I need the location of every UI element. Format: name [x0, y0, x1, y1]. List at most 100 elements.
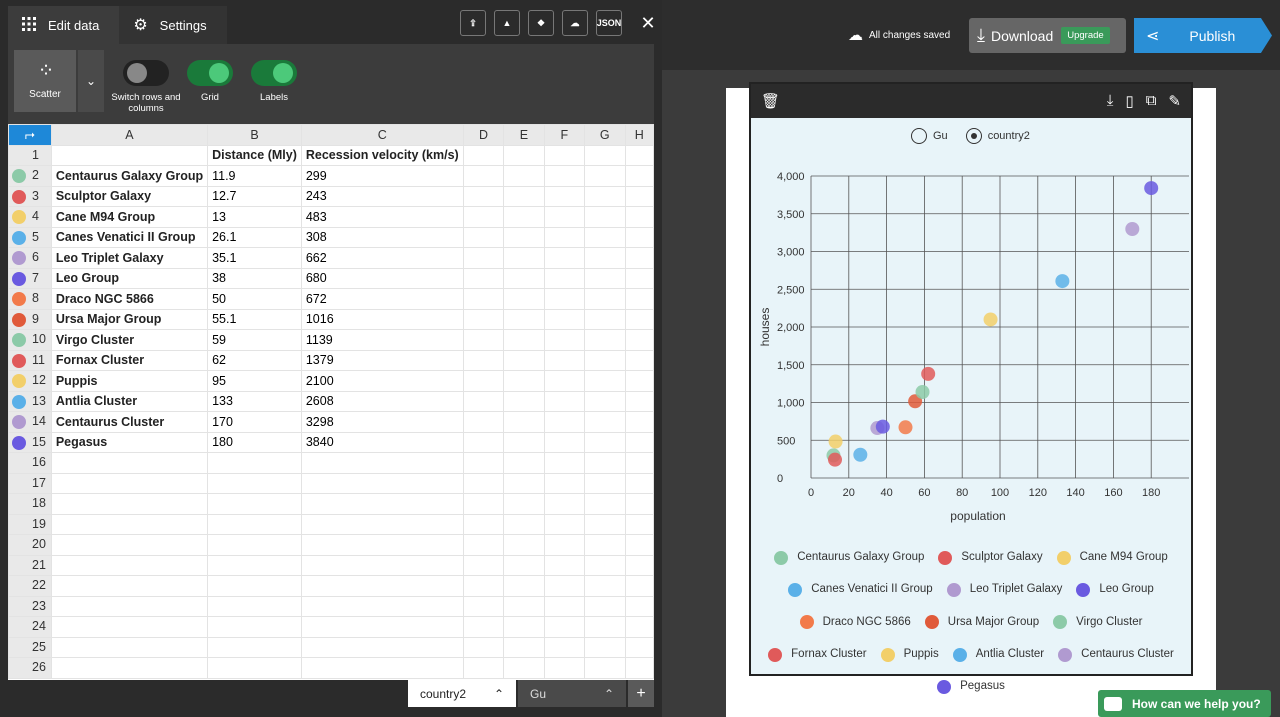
table-cell[interactable]: 1139	[300, 329, 464, 351]
table-cell[interactable]	[543, 636, 585, 658]
table-cell[interactable]: 1016	[300, 308, 464, 330]
table-cell[interactable]	[624, 554, 654, 576]
table-cell[interactable]	[583, 452, 626, 474]
dropbox-icon[interactable]: ❖	[528, 10, 554, 36]
table-cell[interactable]	[503, 144, 545, 166]
tab-settings[interactable]: ⚙ Settings	[119, 6, 227, 44]
table-cell[interactable]	[503, 185, 545, 207]
table-cell[interactable]	[543, 267, 585, 289]
table-cell[interactable]	[503, 247, 545, 269]
table-cell[interactable]: Puppis	[50, 370, 209, 392]
table-cell[interactable]	[50, 493, 209, 515]
publish-button[interactable]: ⋖ Publish	[1134, 18, 1272, 53]
table-cell[interactable]	[624, 636, 654, 658]
table-cell[interactable]	[624, 349, 654, 371]
row-number[interactable]: 17	[8, 472, 52, 494]
table-cell[interactable]	[462, 472, 505, 494]
table-cell[interactable]	[543, 329, 585, 351]
legend-item[interactable]: Leo Group	[1076, 576, 1154, 604]
table-cell[interactable]	[624, 616, 654, 638]
help-chat-button[interactable]: How can we help you?	[1098, 690, 1271, 717]
table-cell[interactable]	[462, 206, 505, 228]
table-cell[interactable]	[583, 411, 626, 433]
table-cell[interactable]	[50, 554, 209, 576]
table-cell[interactable]	[50, 472, 209, 494]
sheet-tab-country2[interactable]: country2 ⌃	[408, 680, 516, 707]
table-cell[interactable]: 2100	[300, 370, 464, 392]
table-cell[interactable]	[462, 554, 505, 576]
table-cell[interactable]	[462, 185, 505, 207]
table-cell[interactable]	[300, 595, 464, 617]
table-cell[interactable]	[543, 493, 585, 515]
spreadsheet[interactable]: ⮣ ABCDEFGH 1 Distance (Mly) Recession velo…	[8, 124, 654, 680]
data-point[interactable]	[1144, 181, 1159, 196]
table-cell[interactable]	[543, 452, 585, 474]
table-cell[interactable]: 672	[300, 288, 464, 310]
series-color-swatch[interactable]	[12, 251, 26, 266]
series-color-swatch[interactable]	[12, 210, 26, 225]
table-cell[interactable]	[543, 206, 585, 228]
table-cell[interactable]	[543, 595, 585, 617]
row-number[interactable]: 26	[8, 657, 52, 679]
table-cell[interactable]	[300, 472, 464, 494]
table-cell[interactable]	[503, 411, 545, 433]
table-cell[interactable]	[503, 206, 545, 228]
table-cell[interactable]: 680	[300, 267, 464, 289]
table-cell[interactable]	[50, 513, 209, 535]
trash-icon[interactable]: 🗑	[761, 92, 780, 110]
table-cell[interactable]	[207, 493, 302, 515]
data-point[interactable]	[875, 419, 890, 434]
table-cell[interactable]	[503, 288, 545, 310]
table-cell[interactable]	[207, 595, 302, 617]
table-cell[interactable]	[624, 513, 654, 535]
table-cell[interactable]	[543, 165, 585, 187]
table-cell[interactable]	[207, 636, 302, 658]
legend-item[interactable]: Virgo Cluster	[1053, 609, 1142, 637]
legend-item[interactable]: Ursa Major Group	[924, 609, 1039, 637]
table-cell[interactable]	[624, 144, 654, 166]
table-cell[interactable]	[543, 575, 585, 597]
series-color-swatch[interactable]	[12, 374, 26, 389]
table-cell[interactable]	[50, 452, 209, 474]
table-cell[interactable]	[543, 185, 585, 207]
table-cell[interactable]	[543, 390, 585, 412]
table-cell[interactable]	[543, 411, 585, 433]
table-cell[interactable]	[50, 636, 209, 658]
table-cell[interactable]	[583, 329, 626, 351]
row-number[interactable]: 6	[8, 247, 52, 269]
close-icon[interactable]: ✕	[638, 13, 658, 34]
row-number[interactable]: 12	[8, 370, 52, 392]
table-cell[interactable]: Sculptor Galaxy	[50, 185, 209, 207]
table-cell[interactable]	[462, 349, 505, 371]
add-sheet-button[interactable]: +	[628, 680, 654, 707]
table-cell[interactable]: Cane M94 Group	[50, 206, 209, 228]
table-cell[interactable]	[503, 554, 545, 576]
table-cell[interactable]	[543, 247, 585, 269]
table-cell[interactable]	[583, 575, 626, 597]
table-cell[interactable]	[624, 595, 654, 617]
table-cell[interactable]: Leo Triplet Galaxy	[50, 247, 209, 269]
series-color-swatch[interactable]	[12, 353, 26, 368]
table-cell[interactable]	[503, 534, 545, 556]
table-cell[interactable]	[583, 534, 626, 556]
row-number[interactable]: 16	[8, 452, 52, 474]
duplicate-icon[interactable]: ⧉	[1146, 92, 1157, 110]
table-cell[interactable]	[300, 657, 464, 679]
table-cell[interactable]: 2608	[300, 390, 464, 412]
row-number[interactable]: 13	[8, 390, 52, 412]
table-cell[interactable]: 299	[300, 165, 464, 187]
table-cell[interactable]	[583, 554, 626, 576]
table-cell[interactable]: 13	[207, 206, 302, 228]
table-cell[interactable]	[503, 226, 545, 248]
table-cell[interactable]	[50, 657, 209, 679]
table-cell[interactable]	[462, 595, 505, 617]
table-cell[interactable]: Draco NGC 5866	[50, 288, 209, 310]
row-number[interactable]: 23	[8, 595, 52, 617]
chart-type-dropdown[interactable]: ⌄	[78, 50, 104, 112]
table-cell[interactable]	[503, 657, 545, 679]
row-number[interactable]: 24	[8, 616, 52, 638]
google-drive-icon[interactable]: ▲	[494, 10, 520, 36]
table-cell[interactable]	[624, 308, 654, 330]
table-cell[interactable]	[624, 370, 654, 392]
table-cell[interactable]	[583, 431, 626, 453]
